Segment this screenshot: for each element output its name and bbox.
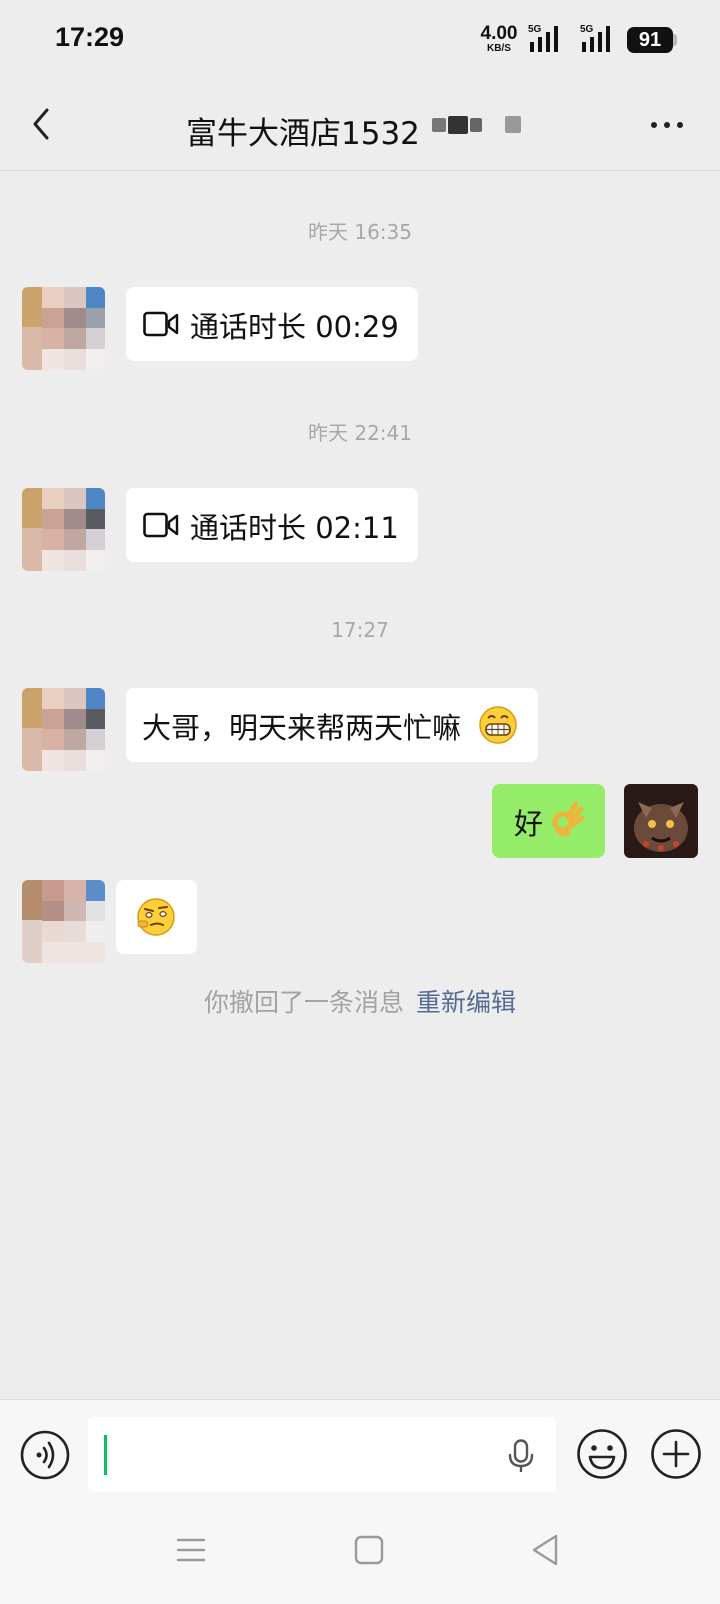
- timestamp: 17:27: [331, 618, 389, 642]
- system-nav-bar: [0, 1497, 720, 1604]
- plus-icon: [651, 1429, 701, 1479]
- battery-indicator: 91: [627, 27, 673, 53]
- timestamp: 昨天 22:41: [308, 421, 412, 445]
- chat-header: 富牛大酒店1532: [0, 80, 720, 171]
- my-avatar[interactable]: [624, 784, 698, 858]
- signal-sim1-icon: 5G: [528, 24, 568, 52]
- call-duration-text: 通话时长 00:29: [190, 310, 399, 344]
- back-triangle-icon[interactable]: [530, 1533, 560, 1567]
- contact-avatar[interactable]: [22, 287, 105, 370]
- redacted-block: [505, 116, 521, 133]
- more-options-button[interactable]: [646, 110, 688, 140]
- network-speed: 4.00 KB/S: [474, 24, 524, 54]
- battery-cap: [673, 34, 677, 46]
- grin-emoji-icon: [479, 706, 517, 744]
- re-edit-link[interactable]: 重新编辑: [416, 988, 516, 1017]
- text-caret: [104, 1435, 107, 1475]
- status-time: 17:29: [55, 22, 125, 52]
- emoji-icon: [577, 1429, 627, 1479]
- menu-icon[interactable]: [176, 1535, 206, 1565]
- ok-hand-emoji-icon: [552, 801, 585, 836]
- redacted-block: [470, 118, 482, 132]
- chevron-left-icon: [33, 108, 49, 140]
- voice-mode-button[interactable]: [20, 1430, 70, 1480]
- message-input[interactable]: [88, 1417, 556, 1492]
- voice-mode-icon: [20, 1430, 70, 1480]
- more-dots-icon: [651, 122, 683, 128]
- microphone-icon[interactable]: [508, 1439, 534, 1473]
- redacted-block: [432, 118, 446, 132]
- recall-text: 你撤回了一条消息: [203, 988, 404, 1017]
- back-button[interactable]: [22, 104, 62, 144]
- emoji-bubble[interactable]: [116, 880, 197, 954]
- call-record-bubble[interactable]: 通话时长 02:11: [126, 488, 418, 562]
- message-text: 好: [514, 807, 544, 841]
- contact-avatar[interactable]: [22, 880, 105, 963]
- home-icon[interactable]: [354, 1535, 384, 1565]
- network-speed-value: 4.00: [480, 23, 518, 44]
- network-speed-unit: KB/S: [487, 43, 511, 54]
- message-text: 大哥，明天来帮两天忙嘛: [142, 711, 462, 745]
- thinking-emoji-icon: [137, 898, 175, 936]
- video-call-icon: [143, 311, 179, 337]
- call-record-bubble[interactable]: 通话时长 00:29: [126, 287, 418, 361]
- more-actions-button[interactable]: [650, 1428, 702, 1480]
- chat-title[interactable]: 富牛大酒店1532: [186, 108, 420, 153]
- status-bar: 17:29 4.00 KB/S 5G 5G 91: [0, 0, 720, 80]
- emoji-button[interactable]: [576, 1428, 628, 1480]
- input-bar: [0, 1399, 720, 1498]
- video-call-icon: [143, 512, 179, 538]
- call-duration-text: 通话时长 02:11: [190, 511, 399, 545]
- contact-avatar[interactable]: [22, 488, 105, 571]
- contact-avatar[interactable]: [22, 688, 105, 771]
- redacted-block: [448, 116, 468, 134]
- timestamp: 昨天 16:35: [308, 220, 412, 244]
- message-bubble-incoming[interactable]: 大哥，明天来帮两天忙嘛: [126, 688, 538, 762]
- signal-sim2-icon: 5G: [580, 24, 620, 52]
- recall-notice: 你撤回了一条消息 重新编辑: [0, 983, 720, 1019]
- message-bubble-outgoing[interactable]: 好: [492, 784, 605, 858]
